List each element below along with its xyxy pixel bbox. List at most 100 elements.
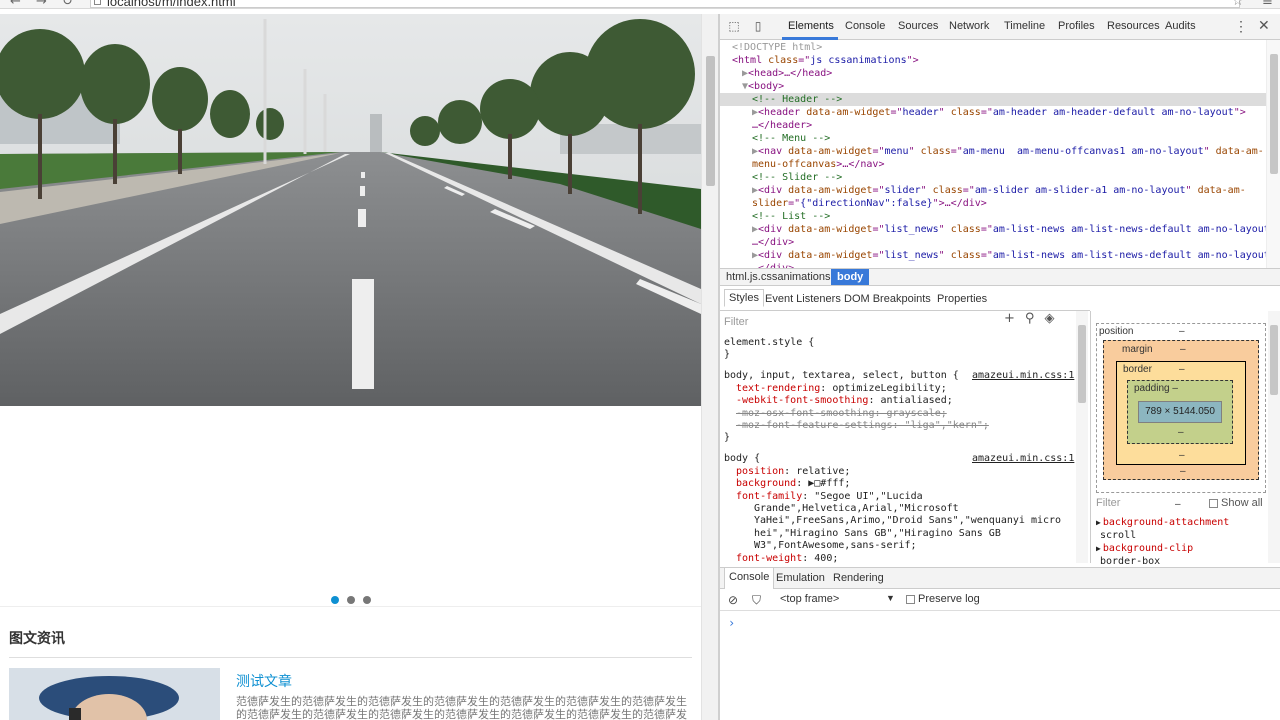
style-value: : antialiased; — [868, 395, 953, 407]
clear-console-icon[interactable]: ⊘ — [728, 593, 738, 607]
back-icon[interactable]: ← — [10, 0, 21, 8]
slider-dot-2[interactable] — [346, 595, 355, 604]
styles-scrollbar-thumb[interactable] — [1078, 325, 1086, 403]
style-value: : "liga","kern"; — [892, 420, 989, 431]
drawer-tab-emulation[interactable]: Emulation — [776, 572, 825, 584]
style-line[interactable]: font-weight: 400; — [736, 553, 838, 563]
toggle-element-state-icon[interactable]: ⚲ — [1025, 311, 1035, 326]
dom-token: =" — [980, 224, 993, 235]
page-scrollbar[interactable] — [701, 14, 718, 720]
devtools-menu-icon[interactable]: ⋮ — [1234, 18, 1248, 35]
close-devtools-icon[interactable]: ✕ — [1258, 17, 1270, 34]
dom-node-line[interactable]: ▶<header data-am-widget="header" class="… — [752, 106, 1246, 119]
dom-node-line[interactable]: ▶<nav data-am-widget="menu" class="am-me… — [752, 145, 1264, 158]
dom-node-line[interactable]: ▶<head>…</head> — [742, 67, 832, 80]
forward-icon[interactable]: → — [36, 0, 47, 8]
tab-properties[interactable]: Properties — [937, 293, 987, 305]
dom-node-line[interactable]: …</div> — [752, 236, 794, 249]
position-label: position — [1099, 326, 1134, 337]
section-divider — [9, 657, 692, 658]
dom-node-line[interactable]: <html class="js cssanimations"> — [732, 54, 919, 67]
slider-dot-3[interactable] — [362, 595, 371, 604]
preserve-log-checkbox[interactable]: Preserve log — [906, 593, 980, 605]
styles-scrollbar[interactable] — [1076, 311, 1088, 563]
drawer-tab-rendering[interactable]: Rendering — [833, 572, 884, 584]
console-prompt[interactable]: › — [728, 616, 735, 630]
styles-pane[interactable]: Filter + ⚲ ◈ element.style {} body, input, … — [720, 311, 1090, 563]
show-all-checkbox[interactable]: Show all — [1209, 497, 1263, 509]
style-line[interactable]: -moz-osx-font-smoothing: grayscale; — [736, 408, 947, 420]
tab-network[interactable]: Network — [949, 20, 989, 32]
dom-token: list_news — [884, 224, 939, 235]
color-format-icon[interactable]: ◈ — [1044, 311, 1054, 326]
tab-profiles[interactable]: Profiles — [1058, 20, 1095, 32]
dom-node-line[interactable]: slider="{"directionNav":false}">…</div> — [752, 197, 987, 210]
metrics-scrollbar-thumb[interactable] — [1270, 325, 1278, 395]
metrics-scrollbar[interactable] — [1268, 311, 1280, 563]
dom-node-line[interactable]: <!-- List --> — [752, 210, 830, 223]
style-line[interactable]: -moz-font-feature-settings: "liga","kern… — [736, 420, 989, 432]
news-thumbnail[interactable] — [9, 668, 220, 720]
dom-node-line[interactable]: ▶<div data-am-widget="list_news" class="… — [752, 249, 1266, 262]
expand-arrow-icon[interactable]: ▶ — [1096, 544, 1101, 553]
tab-event-listeners[interactable]: Event Listeners — [765, 293, 841, 305]
address-bar[interactable]: localhost/m/index.html — [90, 0, 1240, 8]
dom-tree-scrollbar[interactable] — [1266, 40, 1280, 268]
dom-node-line[interactable]: <!-- Slider --> — [752, 171, 842, 184]
style-line[interactable]: background: ▶□#fff; — [736, 478, 850, 490]
tab-styles[interactable]: Styles — [724, 289, 764, 307]
reload-icon[interactable]: ↻ — [62, 0, 73, 8]
dom-token: <header — [758, 107, 807, 118]
dom-node-line[interactable]: …</header> — [752, 119, 812, 132]
tab-console[interactable]: Console — [845, 20, 885, 32]
style-source-link[interactable]: amazeui.min.css:1 — [972, 370, 1074, 382]
style-source-link[interactable]: amazeui.min.css:1 — [972, 453, 1074, 465]
chevron-down-icon[interactable]: ▼ — [886, 593, 895, 603]
dom-token: <nav — [758, 146, 789, 157]
device-mode-icon[interactable]: ▯ — [751, 19, 765, 33]
new-style-rule-icon[interactable]: + — [1004, 311, 1015, 326]
style-line[interactable]: -webkit-font-smoothing: antialiased; — [736, 395, 953, 407]
style-line[interactable]: font-family: "Segoe UI","Lucida — [736, 491, 923, 503]
style-line: Grande",Helvetica,Arial,"Microsoft — [754, 503, 959, 515]
filter-icon[interactable]: ⛉ — [752, 593, 761, 608]
style-line[interactable]: position: relative; — [736, 466, 850, 478]
style-value-continued: W3",FontAwesome,sans-serif; — [754, 540, 917, 552]
style-value: : relative; — [784, 465, 851, 477]
frame-select[interactable]: <top frame> — [780, 593, 839, 605]
style-line[interactable]: text-rendering: optimizeLegibility; — [736, 383, 947, 395]
expand-arrow-icon[interactable]: ▶ — [1096, 518, 1101, 527]
breadcrumb-body[interactable]: body — [831, 269, 870, 285]
dom-node-line[interactable]: menu-offcanvas>…</nav> — [752, 158, 884, 171]
dom-tree-scrollbar-thumb[interactable] — [1270, 54, 1278, 174]
tab-audits[interactable]: Audits — [1165, 20, 1196, 32]
news-title-link[interactable]: 测试文章 — [236, 671, 292, 691]
slider-dot-1[interactable] — [330, 595, 339, 604]
bookmark-star-icon[interactable]: ☆ — [1232, 0, 1244, 8]
inspect-element-icon[interactable]: ⬚ — [727, 19, 741, 33]
dom-node-line[interactable]: <!-- Header --> — [752, 93, 842, 106]
tab-resources[interactable]: Resources — [1107, 20, 1160, 32]
drawer-tab-console[interactable]: Console — [724, 568, 775, 589]
tab-timeline[interactable]: Timeline — [1004, 20, 1045, 32]
dom-node-line[interactable]: <!DOCTYPE html> — [732, 41, 822, 54]
styles-filter-input[interactable]: Filter — [724, 316, 748, 328]
dom-node-line[interactable]: ▶<div data-am-widget="slider" class="am-… — [752, 184, 1246, 197]
tab-sources[interactable]: Sources — [898, 20, 938, 32]
dom-tree[interactable]: <!DOCTYPE html> <html class="js cssanimat… — [720, 40, 1266, 268]
tab-dom-breakpoints[interactable]: DOM Breakpoints — [844, 293, 931, 305]
style-property: font-weight — [736, 552, 803, 563]
computed-filter-input[interactable]: Filter — [1096, 497, 1120, 509]
computed-property[interactable]: ▶ background-attachment — [1096, 516, 1229, 529]
computed-property[interactable]: ▶ background-clip — [1096, 542, 1229, 555]
dom-node-line[interactable]: ▼<body> — [742, 80, 784, 93]
page-scrollbar-thumb[interactable] — [706, 56, 715, 186]
computed-styles: ▶ background-attachment scroll ▶ background-… — [1096, 516, 1229, 568]
dom-node-line[interactable]: ▶<div data-am-widget="list_news" class="… — [752, 223, 1266, 236]
slider-image[interactable] — [0, 14, 701, 406]
tab-elements[interactable]: Elements — [788, 20, 834, 32]
browser-menu-icon[interactable]: ≡ — [1262, 0, 1273, 8]
dom-node-line[interactable]: <!-- Menu --> — [752, 132, 830, 145]
dom-token: data-am-widget — [806, 107, 891, 118]
breadcrumb-html[interactable]: html.js.cssanimations — [726, 271, 831, 283]
